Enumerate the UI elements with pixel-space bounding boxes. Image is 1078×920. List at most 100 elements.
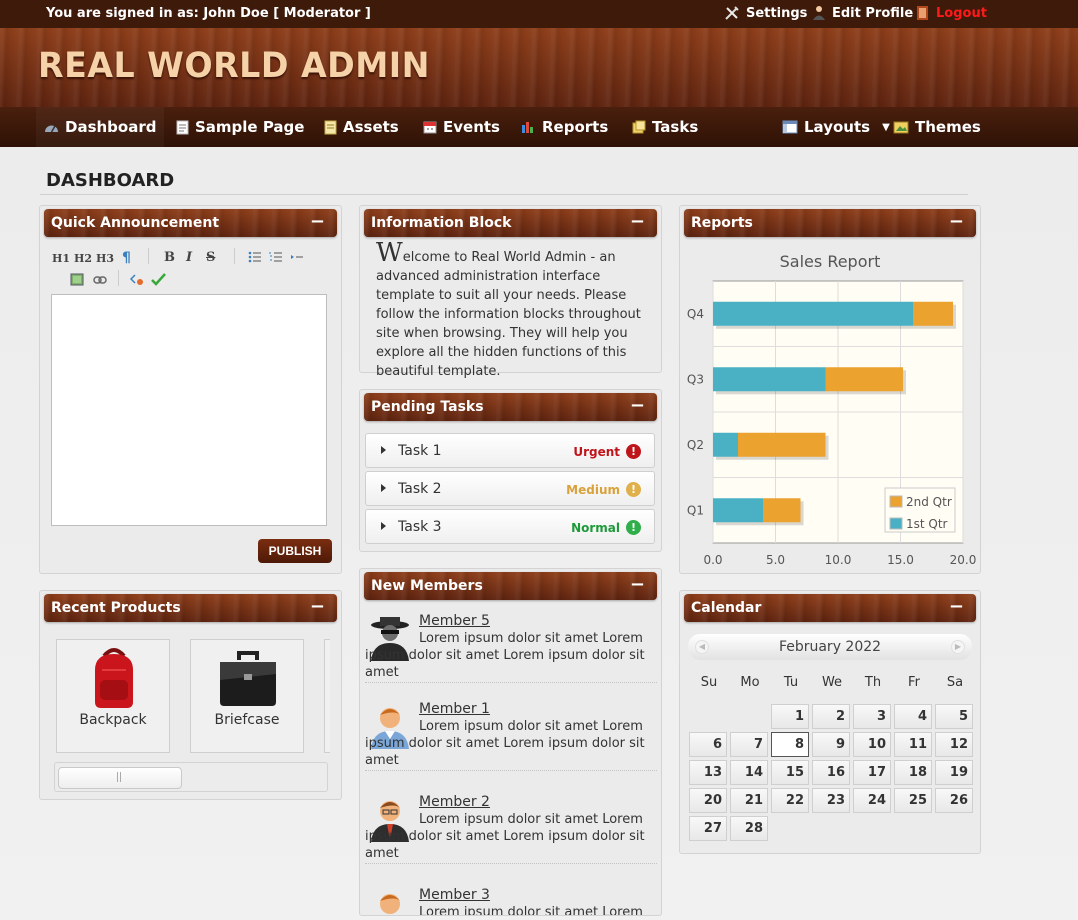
weekday-label: Fr bbox=[908, 675, 920, 690]
calendar-day[interactable]: 12 bbox=[935, 732, 973, 757]
site-logo[interactable]: REAL WORLD ADMIN bbox=[38, 46, 430, 86]
calendar-day[interactable]: 15 bbox=[771, 760, 809, 785]
strike-button[interactable]: S bbox=[206, 250, 215, 265]
product-card[interactable]: Briefcase bbox=[190, 639, 304, 753]
product-card[interactable]: Backpack bbox=[56, 639, 170, 753]
nav-item-events[interactable]: Events bbox=[423, 107, 500, 147]
calendar-day[interactable]: 10 bbox=[853, 732, 891, 757]
minimize-icon[interactable]: − bbox=[949, 213, 964, 231]
expand-arrow-icon bbox=[381, 446, 386, 454]
nav-item-tasks[interactable]: Tasks bbox=[632, 107, 698, 147]
minimize-icon[interactable]: − bbox=[630, 576, 645, 594]
prev-month-icon[interactable]: ◀ bbox=[695, 640, 709, 654]
calendar-day[interactable]: 3 bbox=[853, 704, 891, 729]
minimize-icon[interactable]: − bbox=[630, 213, 645, 231]
scrollbar-thumb[interactable] bbox=[58, 767, 182, 789]
panel-title: Reports bbox=[691, 215, 753, 231]
member-item[interactable]: Member 2 Lorem ipsum dolor sit amet Lore… bbox=[365, 794, 657, 864]
products-scrollbar[interactable] bbox=[54, 762, 328, 792]
calendar-day[interactable]: 2 bbox=[812, 704, 850, 729]
nav-label: Dashboard bbox=[65, 118, 157, 136]
calendar-day[interactable]: 27 bbox=[689, 816, 727, 841]
settings-icon bbox=[725, 6, 739, 20]
nav-item-reports[interactable]: Reports bbox=[521, 107, 608, 147]
settings-link[interactable]: Settings bbox=[724, 5, 807, 21]
calendar-day[interactable]: 6 bbox=[689, 732, 727, 757]
calendar-day[interactable]: 5 bbox=[935, 704, 973, 729]
member-text: Lorem ipsum dolor sit amet Lorem ipsum d… bbox=[365, 719, 645, 768]
check-icon[interactable] bbox=[151, 273, 166, 286]
member-name[interactable]: Member 2 bbox=[419, 794, 490, 810]
link-icon[interactable] bbox=[93, 275, 107, 285]
calendar-day[interactable]: 25 bbox=[894, 788, 932, 813]
h2-button[interactable]: H2 bbox=[74, 252, 92, 265]
calendar-day[interactable]: 13 bbox=[689, 760, 727, 785]
publish-button[interactable]: PUBLISH bbox=[258, 539, 332, 563]
member-name[interactable]: Member 3 bbox=[419, 887, 490, 903]
numbered-list-icon[interactable] bbox=[269, 251, 283, 263]
calendar-day[interactable]: 28 bbox=[730, 816, 768, 841]
task-priority: Normal bbox=[571, 521, 620, 535]
member-text: Lorem ipsum dolor sit amet Lorem ipsum d… bbox=[365, 812, 645, 861]
calendar-day[interactable]: 7 bbox=[730, 732, 768, 757]
member-item[interactable]: Member 5 Lorem ipsum dolor sit amet Lore… bbox=[365, 613, 657, 683]
logout-link[interactable]: Logout bbox=[916, 5, 987, 21]
italic-button[interactable]: I bbox=[186, 250, 192, 265]
bar bbox=[713, 498, 763, 523]
sales-report-chart: Sales Report Q1Q2Q3Q40.0 5.0 10.0 15.0 20.0 … bbox=[687, 252, 976, 567]
indent-icon[interactable] bbox=[290, 251, 304, 263]
minimize-icon[interactable]: − bbox=[949, 598, 964, 616]
nav-item-layouts[interactable]: Layouts ▼ bbox=[782, 107, 890, 147]
y-tick-label: Q3 bbox=[687, 372, 704, 386]
task-item[interactable]: Task 1 Urgent ! bbox=[365, 433, 655, 468]
calendar-day[interactable]: 9 bbox=[812, 732, 850, 757]
member-name[interactable]: Member 1 bbox=[419, 701, 490, 717]
main-nav: Dashboard Sample Page Assets Events Repo… bbox=[0, 107, 1078, 147]
calendar-day[interactable]: 11 bbox=[894, 732, 932, 757]
next-month-icon[interactable]: ▶ bbox=[951, 640, 965, 654]
member-item[interactable]: Member 3 Lorem ipsum dolor sit amet Lore… bbox=[365, 887, 657, 915]
calendar-day[interactable]: 24 bbox=[853, 788, 891, 813]
calendar-day[interactable]: 17 bbox=[853, 760, 891, 785]
source-code-icon[interactable] bbox=[130, 273, 144, 287]
backpack-icon bbox=[95, 648, 133, 708]
edit-profile-link[interactable]: Edit Profile bbox=[812, 5, 913, 21]
h1-button[interactable]: H1 bbox=[52, 252, 70, 265]
calendar-day[interactable]: 20 bbox=[689, 788, 727, 813]
calendar-day[interactable]: 22 bbox=[771, 788, 809, 813]
bold-button[interactable]: B bbox=[164, 250, 175, 265]
h3-button[interactable]: H3 bbox=[96, 252, 114, 265]
calendar-day[interactable]: 1 bbox=[771, 704, 809, 729]
expand-arrow-icon bbox=[381, 484, 386, 492]
nav-item-assets[interactable]: Assets bbox=[324, 107, 399, 147]
panel-header: Calendar − bbox=[684, 594, 976, 622]
calendar-day-today[interactable]: 8 bbox=[771, 732, 809, 757]
minimize-icon[interactable]: − bbox=[310, 598, 325, 616]
member-name[interactable]: Member 5 bbox=[419, 613, 490, 629]
announcement-editor[interactable] bbox=[51, 294, 327, 526]
task-item[interactable]: Task 2 Medium ! bbox=[365, 471, 655, 506]
bar bbox=[713, 301, 913, 326]
calendar-day[interactable]: 21 bbox=[730, 788, 768, 813]
paragraph-button[interactable]: ¶ bbox=[122, 250, 131, 266]
y-tick-label: Q2 bbox=[687, 438, 704, 452]
bar bbox=[913, 301, 953, 326]
calendar-day[interactable]: 16 bbox=[812, 760, 850, 785]
minimize-icon[interactable]: − bbox=[630, 397, 645, 415]
minimize-icon[interactable]: − bbox=[310, 213, 325, 231]
nav-item-sample-page[interactable]: Sample Page bbox=[176, 107, 304, 147]
calendar-day[interactable]: 23 bbox=[812, 788, 850, 813]
calendar-day[interactable]: 4 bbox=[894, 704, 932, 729]
nav-item-dashboard[interactable]: Dashboard bbox=[36, 107, 165, 147]
calendar-day[interactable]: 26 bbox=[935, 788, 973, 813]
calendar-day[interactable]: 18 bbox=[894, 760, 932, 785]
bullet-list-icon[interactable] bbox=[248, 251, 262, 263]
calendar-icon bbox=[423, 121, 437, 134]
member-item[interactable]: Member 1 Lorem ipsum dolor sit amet Lore… bbox=[365, 701, 657, 771]
nav-item-themes[interactable]: Themes bbox=[893, 107, 981, 147]
calendar-day[interactable]: 19 bbox=[935, 760, 973, 785]
calendar-day[interactable]: 14 bbox=[730, 760, 768, 785]
drop-cap: W bbox=[376, 238, 403, 268]
task-item[interactable]: Task 3 Normal ! bbox=[365, 509, 655, 544]
image-icon[interactable] bbox=[70, 273, 84, 286]
